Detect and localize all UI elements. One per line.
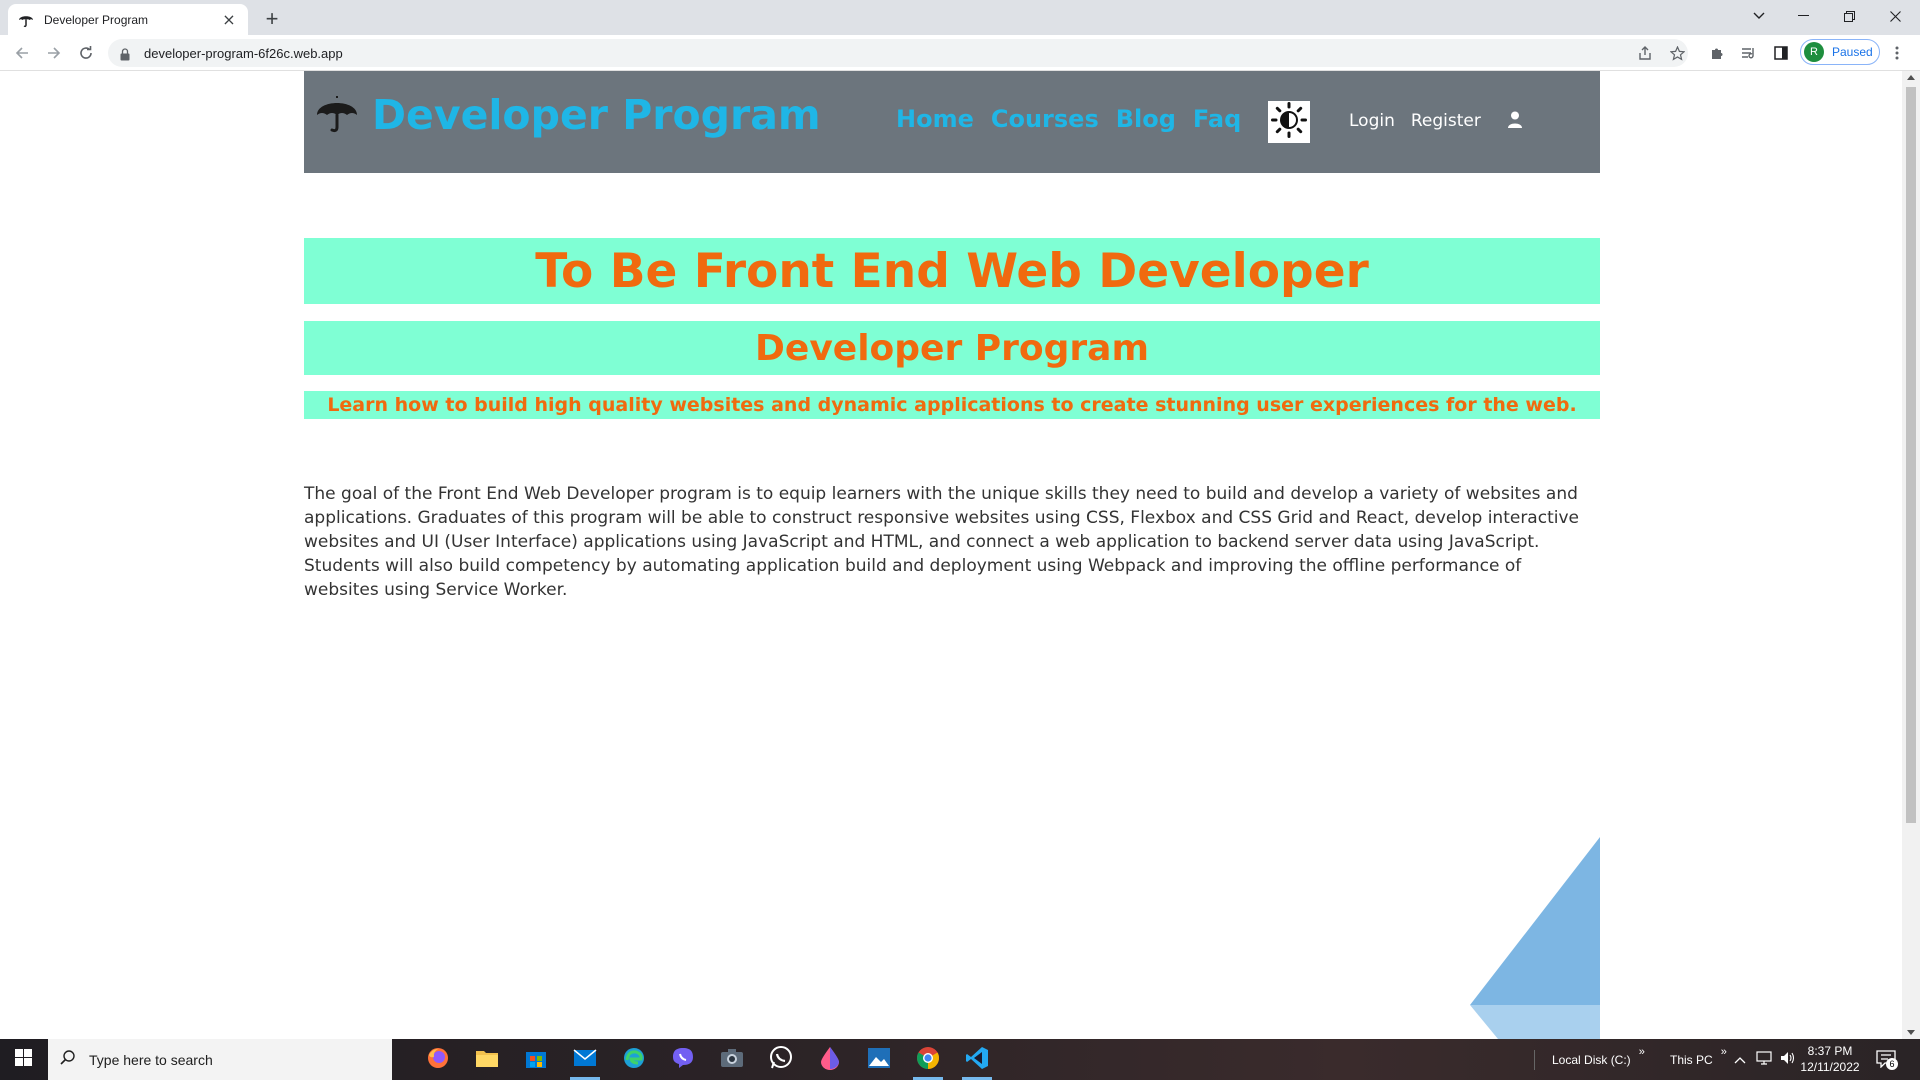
close-tab-icon[interactable]: ×: [220, 10, 238, 29]
address-bar[interactable]: developer-program-6f26c.web.app: [108, 39, 1688, 67]
nav-link-faq[interactable]: Faq: [1193, 105, 1241, 133]
auth-links: Login Register: [1349, 111, 1527, 131]
restore-button[interactable]: [1826, 0, 1872, 32]
folder-icon: [475, 1048, 499, 1072]
browser-tab[interactable]: Developer Program ×: [8, 4, 248, 35]
scroll-down-icon[interactable]: [1907, 1030, 1915, 1035]
taskbar-search-box[interactable]: Type here to search: [48, 1039, 392, 1080]
new-tab-button[interactable]: +: [258, 6, 286, 34]
taskbar-chrome[interactable]: [905, 1039, 951, 1080]
taskbar-camera[interactable]: [709, 1039, 755, 1080]
reading-list-icon[interactable]: [1738, 42, 1760, 64]
hero-title: To Be Front End Web Developer: [304, 238, 1600, 304]
hero-subtitle: Developer Program: [304, 321, 1600, 375]
side-panel-icon[interactable]: [1770, 42, 1792, 64]
main-nav: Home Courses Blog Faq: [896, 105, 1258, 133]
bookmark-star-icon[interactable]: [1666, 42, 1688, 64]
windows-taskbar: Type here to search Local Disk (C:) » Th…: [0, 1039, 1920, 1080]
taskbar-firefox[interactable]: [415, 1039, 461, 1080]
url-text: developer-program-6f26c.web.app: [144, 45, 343, 61]
browser-toolbar: developer-program-6f26c.web.app R Paused: [0, 35, 1920, 71]
back-arrow-icon[interactable]: [10, 41, 34, 65]
scrollbar-thumb[interactable]: [1906, 87, 1916, 823]
page-viewport: Developer Program Home Courses Blog Faq: [0, 71, 1902, 1039]
search-icon: [60, 1050, 75, 1069]
profile-button[interactable]: R Paused: [1800, 39, 1880, 65]
user-icon[interactable]: [1507, 111, 1527, 131]
tab-title: Developer Program: [44, 12, 149, 27]
scroll-up-icon[interactable]: [1907, 75, 1915, 80]
tab-search-icon[interactable]: [1736, 0, 1782, 32]
camera-icon: [720, 1048, 744, 1072]
profile-status: Paused: [1832, 45, 1873, 59]
login-link[interactable]: Login: [1349, 111, 1395, 131]
nav-link-blog[interactable]: Blog: [1116, 105, 1176, 133]
extensions-icon[interactable]: [1706, 42, 1728, 64]
clock-date: 12/11/2022: [1800, 1060, 1860, 1074]
taskbar-viber[interactable]: [660, 1039, 706, 1080]
taskbar-paint[interactable]: [807, 1039, 853, 1080]
photos-icon: [867, 1047, 891, 1073]
tray-icons: [1734, 1039, 1796, 1080]
site-brand-name: Developer Program: [372, 91, 821, 139]
windows-logo-icon: [14, 1049, 32, 1070]
nav-link-courses[interactable]: Courses: [991, 105, 1099, 133]
site-header: Developer Program Home Courses Blog Faq: [304, 71, 1600, 173]
network-icon[interactable]: [1756, 1051, 1772, 1068]
reload-icon[interactable]: [74, 41, 98, 65]
forward-arrow-icon[interactable]: [42, 41, 66, 65]
whatsapp-icon: [769, 1045, 793, 1074]
taskbar-whatsapp[interactable]: [758, 1039, 804, 1080]
volume-icon[interactable]: [1780, 1051, 1796, 1068]
page-scrollbar[interactable]: [1902, 71, 1920, 1039]
chevron-right-icon: »: [1720, 1045, 1727, 1058]
site-brand[interactable]: Developer Program: [316, 91, 821, 139]
register-link[interactable]: Register: [1411, 111, 1481, 131]
tray-divider: [1534, 1039, 1536, 1080]
vscode-icon: [965, 1046, 989, 1074]
taskbar-store[interactable]: [513, 1039, 559, 1080]
chrome-icon: [916, 1046, 940, 1074]
lock-icon: [120, 46, 132, 61]
umbrella-icon: [18, 12, 34, 28]
notification-icon: 6: [1876, 1049, 1898, 1070]
search-placeholder: Type here to search: [89, 1051, 213, 1068]
notification-badge: 6: [1886, 1057, 1898, 1070]
viber-icon: [671, 1046, 695, 1074]
tray-local-disk-label: Local Disk (C:): [1552, 1052, 1631, 1067]
intro-paragraph: The goal of the Front End Web Developer …: [304, 484, 1579, 600]
theme-toggle-button[interactable]: [1268, 101, 1310, 143]
taskbar-clock[interactable]: 8:37 PM 12/11/2022: [1800, 1043, 1860, 1075]
tray-this-pc-label: This PC: [1670, 1052, 1713, 1067]
browser-tab-strip: Developer Program × +: [0, 0, 1920, 35]
edge-icon: [622, 1046, 646, 1074]
minimize-button[interactable]: [1780, 0, 1826, 32]
decorative-triangle: [1470, 837, 1600, 1039]
notification-center-button[interactable]: 6: [1876, 1039, 1898, 1080]
paint-drop-icon: [820, 1046, 840, 1074]
clock-time: 8:37 PM: [1807, 1044, 1853, 1058]
hero-tagline: Learn how to build high quality websites…: [304, 391, 1600, 419]
taskbar-photos[interactable]: [856, 1039, 902, 1080]
chevron-right-icon: »: [1638, 1045, 1645, 1058]
windows-start-button[interactable]: [0, 1039, 46, 1080]
taskbar-file-explorer[interactable]: [464, 1039, 510, 1080]
store-icon: [525, 1047, 547, 1073]
nav-link-home[interactable]: Home: [896, 105, 974, 133]
taskbar-edge[interactable]: [611, 1039, 657, 1080]
mail-icon: [573, 1048, 597, 1071]
taskbar-vscode[interactable]: [954, 1039, 1000, 1080]
tray-local-disk-toolbar[interactable]: Local Disk (C:) »: [1552, 1039, 1645, 1080]
profile-avatar: R: [1804, 42, 1824, 62]
share-icon[interactable]: [1634, 42, 1656, 64]
more-menu-icon[interactable]: [1886, 42, 1908, 64]
taskbar-mail[interactable]: [562, 1039, 608, 1080]
chevron-up-icon[interactable]: [1734, 1053, 1746, 1067]
close-window-button[interactable]: [1872, 0, 1918, 32]
firefox-icon: [426, 1046, 450, 1074]
tray-this-pc-toolbar[interactable]: This PC »: [1670, 1039, 1727, 1080]
sun-icon: [1271, 102, 1307, 142]
umbrella-icon: [316, 94, 358, 136]
